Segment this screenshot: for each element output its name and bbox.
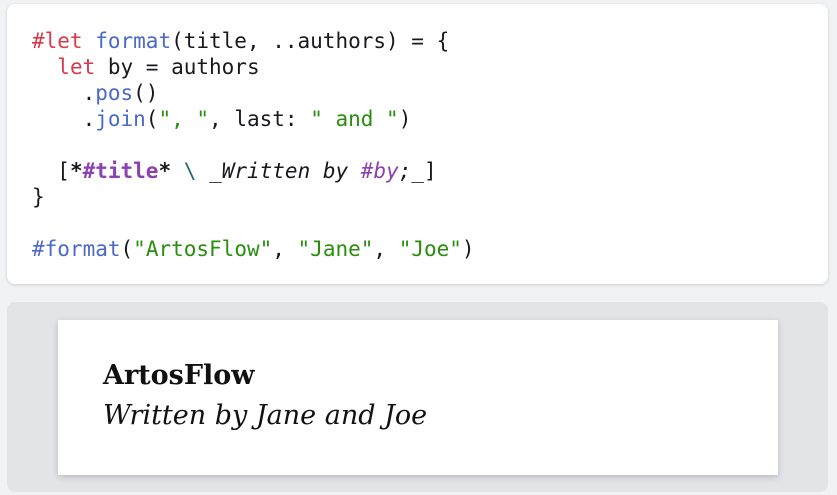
code-text: ,	[373, 237, 399, 261]
strong-marker: *	[158, 159, 172, 183]
method-token: pos	[95, 81, 134, 105]
code-text: ,	[272, 237, 298, 261]
linebreak-token: \	[183, 159, 197, 183]
strong-interpolation-token: #title	[82, 159, 159, 183]
preview-panel: ArtosFlow Written by Jane and Joe	[7, 302, 828, 492]
keyword-token: #let	[32, 29, 83, 53]
code-text: (title, ..authors) = {	[171, 29, 450, 53]
code-text: )	[461, 237, 475, 261]
code-block: #let format(title, ..authors) = { let by…	[32, 28, 475, 262]
method-token: join	[95, 107, 146, 131]
document-title: ArtosFlow	[103, 360, 255, 391]
code-line-5-empty	[32, 132, 475, 158]
string-token: ", "	[158, 107, 210, 131]
code-text: [	[32, 159, 70, 183]
code-text: , last:	[209, 107, 311, 131]
code-line-4: .join(", ", last: " and ")	[32, 106, 475, 132]
emphasis-interpolation-token: #by	[360, 159, 399, 183]
emphasis-text: ;	[398, 159, 412, 183]
document-byline: Written by Jane and Joe	[103, 400, 428, 431]
code-text: .	[32, 81, 96, 105]
keyword-token: let	[57, 55, 96, 79]
code-line-6: [*#title* \ _Written by #by;_]	[32, 158, 475, 184]
string-token: "Jane"	[297, 237, 374, 261]
code-text: )	[398, 107, 412, 131]
rendered-page: ArtosFlow Written by Jane and Joe	[58, 320, 778, 475]
code-text: (	[120, 237, 134, 261]
code-line-2: let by = authors	[32, 54, 475, 80]
code-line-8-empty	[32, 210, 475, 236]
strong-marker: *	[69, 159, 83, 183]
string-token: " and "	[310, 107, 399, 131]
function-name-token: format	[95, 29, 172, 53]
code-text: .	[32, 107, 96, 131]
emphasis-text: Written by	[221, 159, 361, 183]
code-editor-card: #let format(title, ..authors) = { let by…	[7, 4, 828, 284]
code-text: (	[145, 107, 159, 131]
code-text: by = authors	[95, 55, 260, 79]
function-call-token: #format	[32, 237, 121, 261]
code-text: _]	[411, 159, 437, 183]
string-token: "ArtosFlow"	[133, 237, 273, 261]
code-text: _	[196, 159, 222, 183]
code-line-9: #format("ArtosFlow", "Jane", "Joe")	[32, 236, 475, 262]
code-line-7: }	[32, 184, 475, 210]
code-line-1: #let format(title, ..authors) = {	[32, 28, 475, 54]
code-line-3: .pos()	[32, 80, 475, 106]
code-text: }	[32, 185, 45, 209]
code-text: ()	[133, 81, 159, 105]
string-token: "Joe"	[398, 237, 462, 261]
